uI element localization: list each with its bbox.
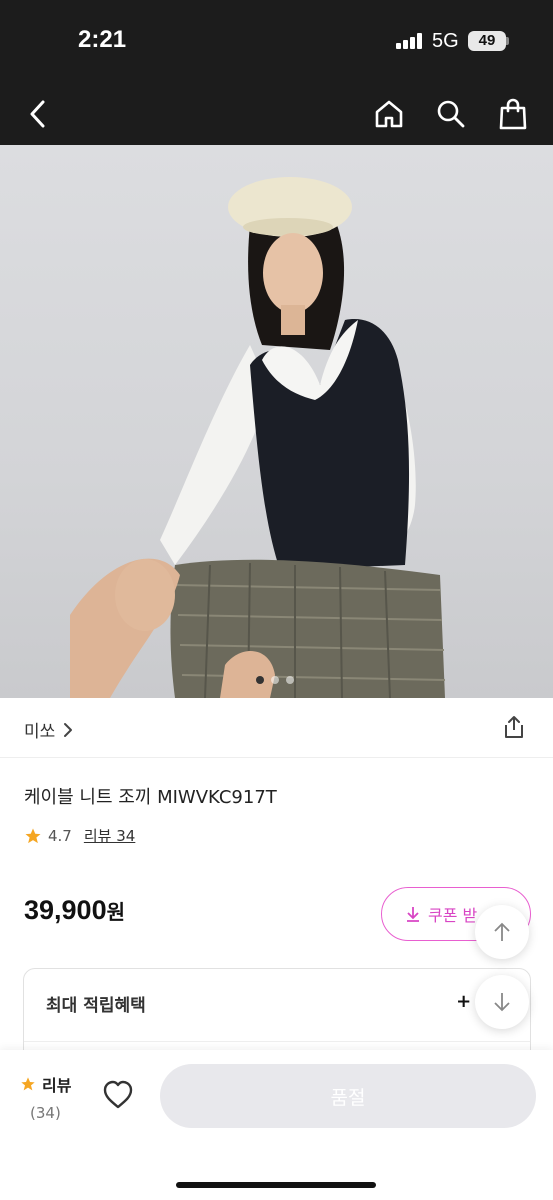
battery-icon: 49 [468,31,506,51]
reviews-link[interactable]: 리뷰 34 [84,825,135,846]
divider [24,1041,530,1042]
home-indicator [176,1182,376,1188]
price-currency: 원 [106,902,125,924]
battery-level: 49 [478,32,496,49]
price: 39,900원 [24,895,125,926]
signal-icon [396,33,424,49]
scroll-bottom-button[interactable] [475,975,529,1029]
rating-row: 4.7 리뷰 34 [24,825,135,846]
product-title: 케이블 니트 조끼 MIWVKC917T [24,787,277,808]
chevron-right-icon [64,722,73,737]
carousel-dot[interactable] [256,676,264,684]
shopping-bag-icon[interactable] [493,94,533,134]
benefit-label: 최대 적립혜택 [46,996,146,1016]
carousel-dot[interactable] [286,676,294,684]
status-time: 2:21 [78,26,127,53]
nav-bar [0,84,553,145]
battery-tip [506,37,509,45]
category-row: 미쏘 [0,698,553,758]
rating-value: 4.7 [48,826,72,845]
coupon-label: 쿠폰 받 [428,906,478,925]
download-icon [407,907,419,922]
status-bar: 2:21 5G 49 [0,0,553,84]
model-photo [70,177,446,698]
back-icon[interactable] [18,94,58,134]
arrow-up-icon [494,922,510,941]
share-icon[interactable] [501,714,527,744]
network-type: 5G [432,30,459,52]
arrow-down-icon [494,993,510,1012]
search-icon[interactable] [431,94,471,134]
brand-link[interactable]: 미쏘 [24,717,73,742]
review-count: (34) [30,1104,61,1122]
carousel-dot[interactable] [271,676,279,684]
heart-icon[interactable] [102,1080,134,1114]
star-icon [21,1077,35,1091]
soldout-button[interactable]: 품절 [160,1064,536,1128]
price-value: 39,900 [24,895,107,925]
carousel-dots[interactable] [256,676,294,684]
bottom-action-bar: 리뷰 (34) 품절 [0,1050,553,1200]
star-icon [25,828,41,843]
home-icon[interactable] [369,94,409,134]
scroll-top-button[interactable] [475,905,529,959]
product-image[interactable] [0,145,553,698]
review-label: 리뷰 [42,1076,72,1095]
brand-label: 미쏘 [24,722,56,742]
review-summary[interactable]: 리뷰 (34) [20,1072,71,1122]
